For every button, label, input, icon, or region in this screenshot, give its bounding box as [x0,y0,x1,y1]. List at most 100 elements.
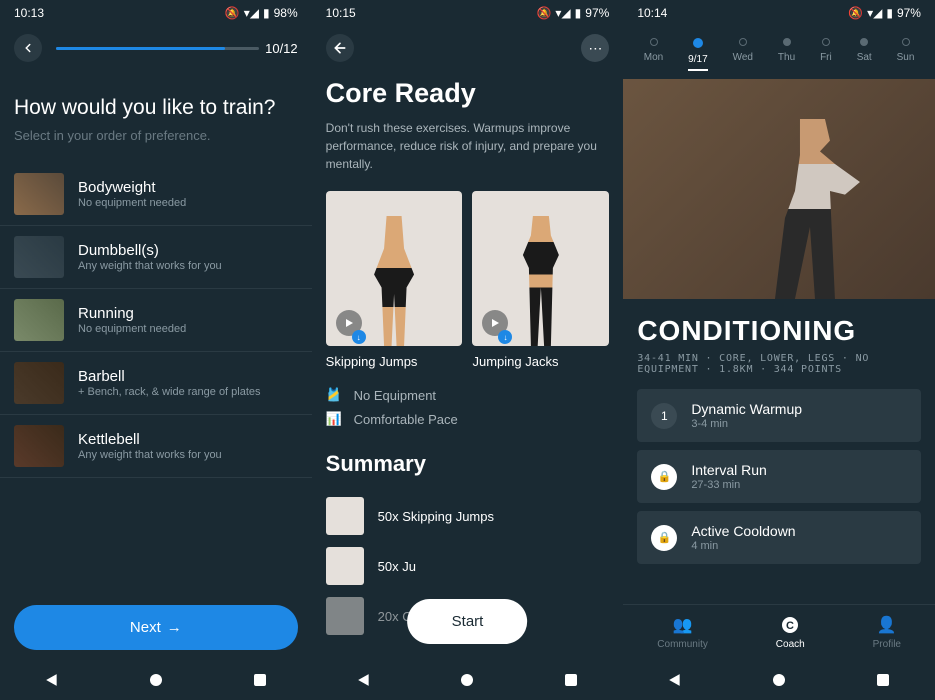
exercise-card[interactable]: ↓ Jumping Jacks [472,191,609,369]
training-thumb [14,362,64,404]
progress-bar [56,47,259,50]
detail-header: ⋯ [312,26,624,72]
training-item-barbell[interactable]: Barbell + Bench, rack, & wide range of p… [0,352,312,415]
tab-profile[interactable]: 👤 Profile [873,615,901,650]
mute-icon: 🔕 [225,6,240,20]
nav-recent[interactable] [563,672,579,688]
tab-community[interactable]: 👥 Community [657,615,708,650]
training-item-kettlebell[interactable]: Kettlebell Any weight that works for you [0,415,312,478]
training-desc: Any weight that works for you [78,260,298,272]
phase-list: 1 Dynamic Warmup 3-4 min 🔒 Interval Run … [623,389,935,564]
training-desc: No equipment needed [78,323,298,335]
training-list: Bodyweight No equipment needed Dumbbell(… [0,163,312,605]
screen-coach: 10:14 🔕 ▾◢ ▮ 97% Mon 9/17 Wed Thu Fri Sa… [623,0,935,700]
day-tue[interactable]: 9/17 [688,38,707,71]
more-button[interactable]: ⋯ [581,34,609,62]
nav-back[interactable] [667,672,683,688]
nav-home[interactable] [148,672,164,688]
battery-icon: ▮ [886,6,893,20]
session-meta: 34-41 MIN · CORE, LOWER, LEGS · NO EQUIP… [623,353,935,389]
meta-text: Comfortable Pace [354,412,458,427]
back-button[interactable] [14,34,42,62]
battery-icon: ▮ [263,6,270,20]
system-nav [623,660,935,700]
progress-indicator: 10/12 [56,41,298,56]
workout-description: Don't rush these exercises. Warmups impr… [312,119,624,191]
status-bar: 10:14 🔕 ▾◢ ▮ 97% [623,0,935,26]
next-button[interactable]: Next → [14,605,298,650]
day-sun[interactable]: Sun [897,38,915,71]
training-thumb [14,236,64,278]
workout-title: Core Ready [312,72,624,119]
wifi-icon: ▾◢ [867,6,882,20]
nav-recent[interactable] [875,672,891,688]
onboarding-header: 10/12 [0,26,312,76]
status-time: 10:13 [14,6,44,20]
nav-home[interactable] [459,672,475,688]
day-thu[interactable]: Thu [778,38,795,71]
training-desc: No equipment needed [78,197,298,209]
screen-workout-detail: 10:15 🔕 ▾◢ ▮ 97% ⋯ Core Ready Don't rush… [312,0,624,700]
meta-pace: 📊 Comfortable Pace [312,407,624,431]
week-selector: Mon 9/17 Wed Thu Fri Sat Sun [623,26,935,79]
back-button[interactable] [326,34,354,62]
start-label: Start [452,613,484,630]
wifi-icon: ▾◢ [555,6,570,20]
tab-coach[interactable]: C Coach [776,615,805,650]
summary-thumb [326,547,364,585]
status-bar: 10:15 🔕 ▾◢ ▮ 97% [312,0,624,26]
status-icons: 🔕 ▾◢ ▮ 97% [536,6,609,20]
workout-hero-image [623,79,935,299]
lock-icon: 🔒 [651,464,677,490]
summary-text: 50x Ju [378,559,416,574]
chevron-left-icon [21,41,35,55]
exercise-card[interactable]: ↓ Skipping Jumps [326,191,463,369]
phase-warmup[interactable]: 1 Dynamic Warmup 3-4 min [637,389,921,442]
status-time: 10:15 [326,6,356,20]
coach-icon: C [780,615,800,635]
summary-thumb [326,497,364,535]
exercise-image: ↓ [326,191,463,346]
training-name: Bodyweight [78,179,298,196]
phase-interval-run[interactable]: 🔒 Interval Run 27-33 min [637,450,921,503]
phase-name: Interval Run [691,462,907,478]
training-item-bodyweight[interactable]: Bodyweight No equipment needed [0,163,312,226]
arrow-right-icon: → [167,619,182,636]
exercise-carousel[interactable]: ↓ Skipping Jumps ↓ Jumping Jacks [312,191,624,369]
nav-home[interactable] [771,672,787,688]
battery-icon: ▮ [575,6,582,20]
page-subtitle: Select in your order of preference. [0,128,312,163]
day-wed[interactable]: Wed [733,38,753,71]
battery-text: 98% [274,6,298,20]
day-mon[interactable]: Mon [644,38,663,71]
bottom-tabs: 👥 Community C Coach 👤 Profile [623,604,935,660]
screen-onboarding: 10:13 🔕 ▾◢ ▮ 98% 10/12 How would you lik… [0,0,312,700]
page-title: How would you like to train? [0,76,312,128]
training-item-running[interactable]: Running No equipment needed [0,289,312,352]
summary-item[interactable]: 50x Ju [312,541,624,591]
training-thumb [14,299,64,341]
summary-thumb [326,597,364,635]
training-item-dumbbell[interactable]: Dumbbell(s) Any weight that works for yo… [0,226,312,289]
meta-equipment: 🎽 No Equipment [312,369,624,407]
people-icon: 👥 [673,615,693,635]
more-icon: ⋯ [588,40,602,57]
phase-name: Active Cooldown [691,523,907,539]
nav-recent[interactable] [252,672,268,688]
system-nav [0,660,312,700]
play-icon [344,318,354,328]
nav-back[interactable] [356,672,372,688]
nav-back[interactable] [44,672,60,688]
start-button[interactable]: Start [408,599,528,644]
battery-text: 97% [585,6,609,20]
day-sat[interactable]: Sat [857,38,872,71]
system-nav [312,660,624,700]
phase-time: 27-33 min [691,479,907,491]
summary-item[interactable]: 50x Skipping Jumps [312,491,624,541]
status-icons: 🔕 ▾◢ ▮ 98% [225,6,298,20]
status-icons: 🔕 ▾◢ ▮ 97% [848,6,921,20]
summary-heading: Summary [312,431,624,491]
session-title: CONDITIONING [623,299,935,353]
phase-cooldown[interactable]: 🔒 Active Cooldown 4 min [637,511,921,564]
day-fri[interactable]: Fri [820,38,832,71]
